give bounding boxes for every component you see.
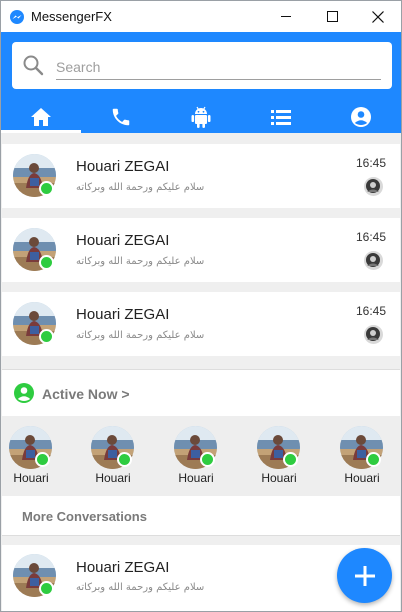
seen-avatar bbox=[364, 251, 383, 270]
account-circle-icon bbox=[14, 383, 34, 403]
online-indicator bbox=[35, 452, 50, 467]
search-icon[interactable] bbox=[22, 54, 44, 76]
active-user-name: Houari bbox=[13, 471, 49, 485]
android-icon bbox=[191, 106, 211, 128]
minimize-icon bbox=[280, 16, 291, 17]
tab-home[interactable] bbox=[1, 101, 81, 133]
active-now-header[interactable]: Active Now > bbox=[2, 369, 400, 416]
online-indicator bbox=[39, 581, 54, 596]
conversation-item[interactable]: Houari ZEGAI سلام عليكم ورحمة الله وبركا… bbox=[2, 292, 400, 356]
tab-list[interactable] bbox=[241, 101, 321, 133]
active-user[interactable]: Houari bbox=[84, 426, 142, 488]
app-header bbox=[1, 32, 401, 133]
search-input[interactable] bbox=[56, 54, 381, 80]
close-button[interactable] bbox=[355, 1, 401, 32]
online-indicator bbox=[39, 255, 54, 270]
tab-calls[interactable] bbox=[81, 101, 161, 133]
online-indicator bbox=[39, 329, 54, 344]
search-box bbox=[12, 42, 392, 89]
last-message: سلام عليكم ورحمة الله وبركاته bbox=[76, 182, 205, 193]
conversation-item[interactable]: Houari ZEGAI سلام عليكم ورحمة الله وبركا… bbox=[2, 218, 400, 282]
home-icon bbox=[31, 108, 51, 126]
seen-avatar bbox=[364, 325, 383, 344]
tab-account[interactable] bbox=[321, 101, 401, 133]
online-indicator bbox=[366, 452, 381, 467]
main-content: Houari ZEGAI سلام عليكم ورحمة الله وبركا… bbox=[1, 133, 401, 611]
active-user[interactable]: Houari bbox=[333, 426, 391, 488]
app-title: MessengerFX bbox=[31, 9, 112, 24]
contact-name: Houari ZEGAI bbox=[76, 306, 170, 323]
online-indicator bbox=[39, 181, 54, 196]
last-message: سلام عليكم ورحمة الله وبركاته bbox=[76, 330, 205, 341]
tab-android[interactable] bbox=[161, 101, 241, 133]
seen-avatar bbox=[364, 177, 383, 196]
close-icon bbox=[372, 10, 384, 23]
title-bar[interactable]: MessengerFX bbox=[1, 1, 401, 32]
contact-name: Houari ZEGAI bbox=[76, 232, 170, 249]
active-users-strip: Houari Houari Houari Houari Houari bbox=[2, 416, 400, 496]
more-conversations-label: More Conversations bbox=[22, 509, 147, 524]
message-time: 16:45 bbox=[355, 156, 386, 170]
message-time: 16:45 bbox=[355, 230, 386, 244]
new-conversation-button[interactable] bbox=[337, 548, 392, 603]
more-conversations-header: More Conversations bbox=[2, 496, 400, 536]
maximize-icon bbox=[326, 11, 338, 22]
minimize-button[interactable] bbox=[263, 1, 309, 32]
maximize-button[interactable] bbox=[309, 1, 355, 32]
last-message: سلام عليكم ورحمة الله وبركاته bbox=[76, 256, 205, 267]
message-time: 16:45 bbox=[355, 304, 386, 318]
active-user-name: Houari bbox=[261, 471, 297, 485]
active-user[interactable]: Houari bbox=[167, 426, 225, 488]
active-user-name: Houari bbox=[178, 471, 214, 485]
active-user-name: Houari bbox=[344, 471, 380, 485]
app-window: MessengerFX Search Houari ZEGAI سلام علي… bbox=[0, 0, 402, 612]
online-indicator bbox=[117, 452, 132, 467]
phone-icon bbox=[112, 108, 130, 126]
active-user-name: Houari bbox=[95, 471, 131, 485]
plus-icon bbox=[354, 565, 375, 586]
active-user[interactable]: Houari bbox=[2, 426, 60, 488]
active-user[interactable]: Houari bbox=[250, 426, 308, 488]
active-now-label: Active Now > bbox=[42, 386, 130, 402]
online-indicator bbox=[283, 452, 298, 467]
list-icon bbox=[271, 110, 291, 125]
account-icon bbox=[351, 107, 371, 127]
online-indicator bbox=[200, 452, 215, 467]
messenger-icon bbox=[10, 9, 24, 24]
contact-name: Houari ZEGAI bbox=[76, 158, 170, 175]
last-message: سلام عليكم ورحمة الله وبركاته bbox=[76, 582, 205, 593]
tab-bar bbox=[1, 101, 401, 133]
contact-name: Houari ZEGAI bbox=[76, 559, 170, 576]
conversation-item[interactable]: Houari ZEGAI سلام عليكم ورحمة الله وبركا… bbox=[2, 144, 400, 208]
